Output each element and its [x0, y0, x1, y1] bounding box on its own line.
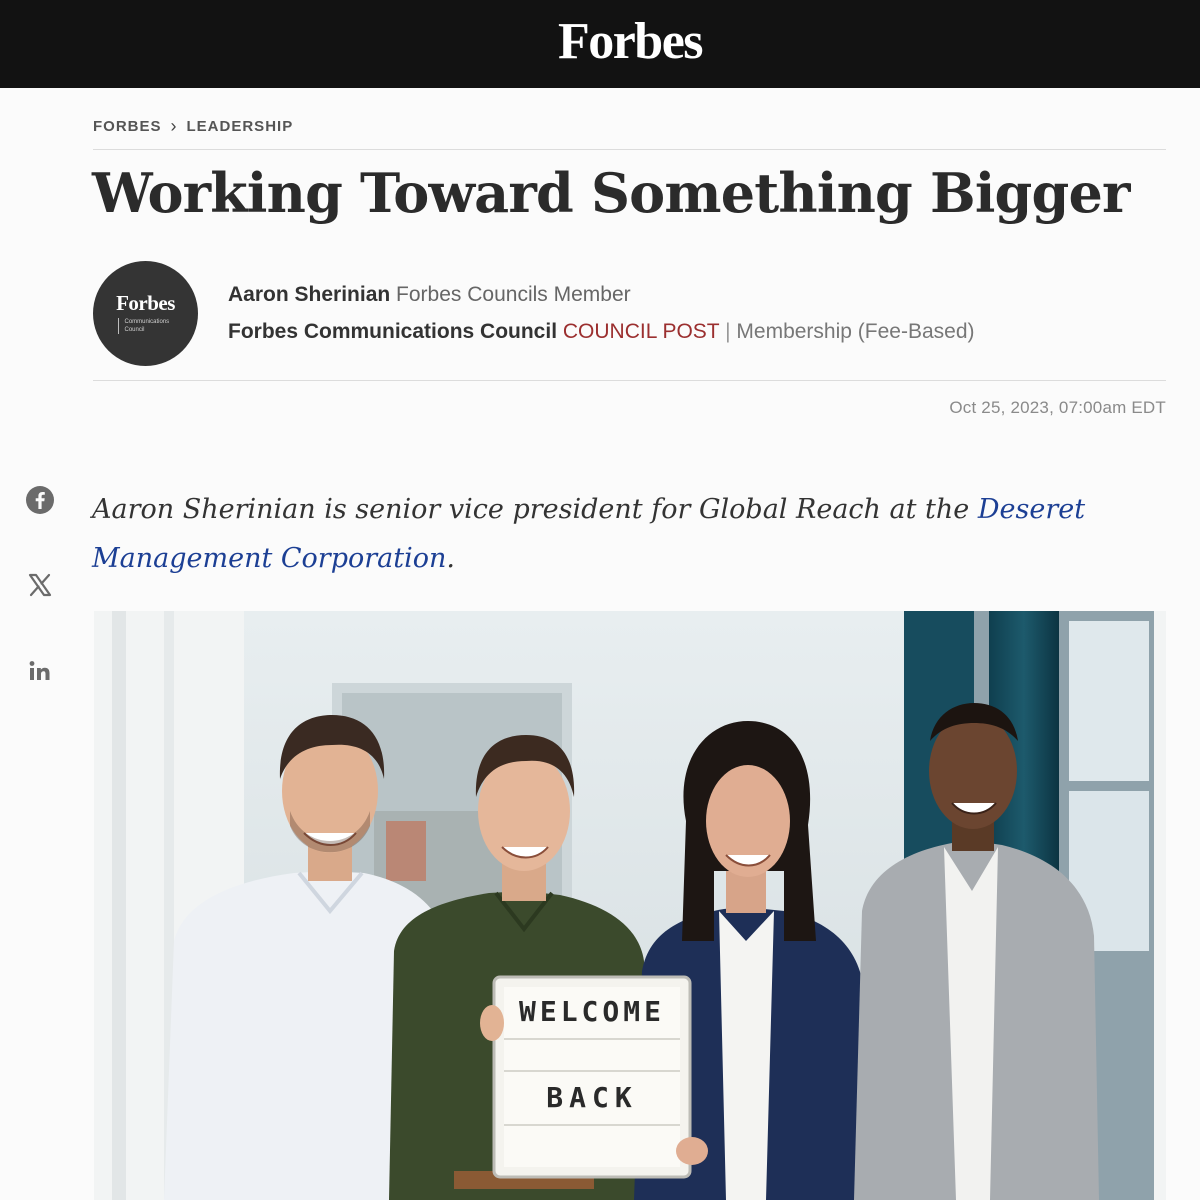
- publish-date: Oct 25, 2023, 07:00am EDT: [949, 398, 1166, 417]
- sign-line-2: BACK: [546, 1081, 637, 1114]
- breadcrumb-separator-icon: ›: [170, 116, 178, 136]
- breadcrumb-item-leadership[interactable]: LEADERSHIP: [187, 118, 294, 135]
- breadcrumb: FORBES › LEADERSHIP: [93, 117, 293, 135]
- hero-image: WELCOME BACK: [94, 611, 1166, 1200]
- avatar-subtext: Communications Council: [118, 318, 172, 334]
- avatar-logo: Forbes: [116, 291, 175, 315]
- council-divider: |: [725, 320, 731, 343]
- linkedin-icon[interactable]: [24, 655, 56, 687]
- x-icon[interactable]: [24, 569, 56, 601]
- divider: [93, 380, 1166, 381]
- sign-line-1: WELCOME: [519, 995, 665, 1028]
- page-title: Working Toward Something Bigger: [92, 161, 1130, 225]
- top-navigation-bar: Forbes: [0, 0, 1200, 88]
- author-name[interactable]: Aaron Sherinian: [228, 283, 390, 306]
- council-line: Forbes Communications Council COUNCIL PO…: [228, 320, 975, 344]
- dek-period: .: [446, 543, 455, 574]
- article-dek: Aaron Sherinian is senior vice president…: [92, 485, 1092, 583]
- welcome-sign: WELCOME BACK: [480, 975, 708, 1179]
- council-name[interactable]: Forbes Communications Council: [228, 320, 557, 343]
- breadcrumb-item-forbes[interactable]: FORBES: [93, 118, 162, 135]
- author-avatar[interactable]: Forbes Communications Council: [93, 261, 198, 366]
- council-post-label: COUNCIL POST: [562, 320, 720, 343]
- divider: [93, 149, 1166, 150]
- author-role: Forbes Councils Member: [396, 283, 631, 306]
- dek-text: Aaron Sherinian is senior vice president…: [92, 494, 978, 525]
- forbes-logo[interactable]: Forbes: [558, 12, 704, 71]
- membership-label[interactable]: Membership (Fee-Based): [736, 320, 974, 343]
- author-byline: Aaron Sherinian Forbes Councils Member: [228, 283, 631, 307]
- facebook-icon[interactable]: [24, 484, 56, 516]
